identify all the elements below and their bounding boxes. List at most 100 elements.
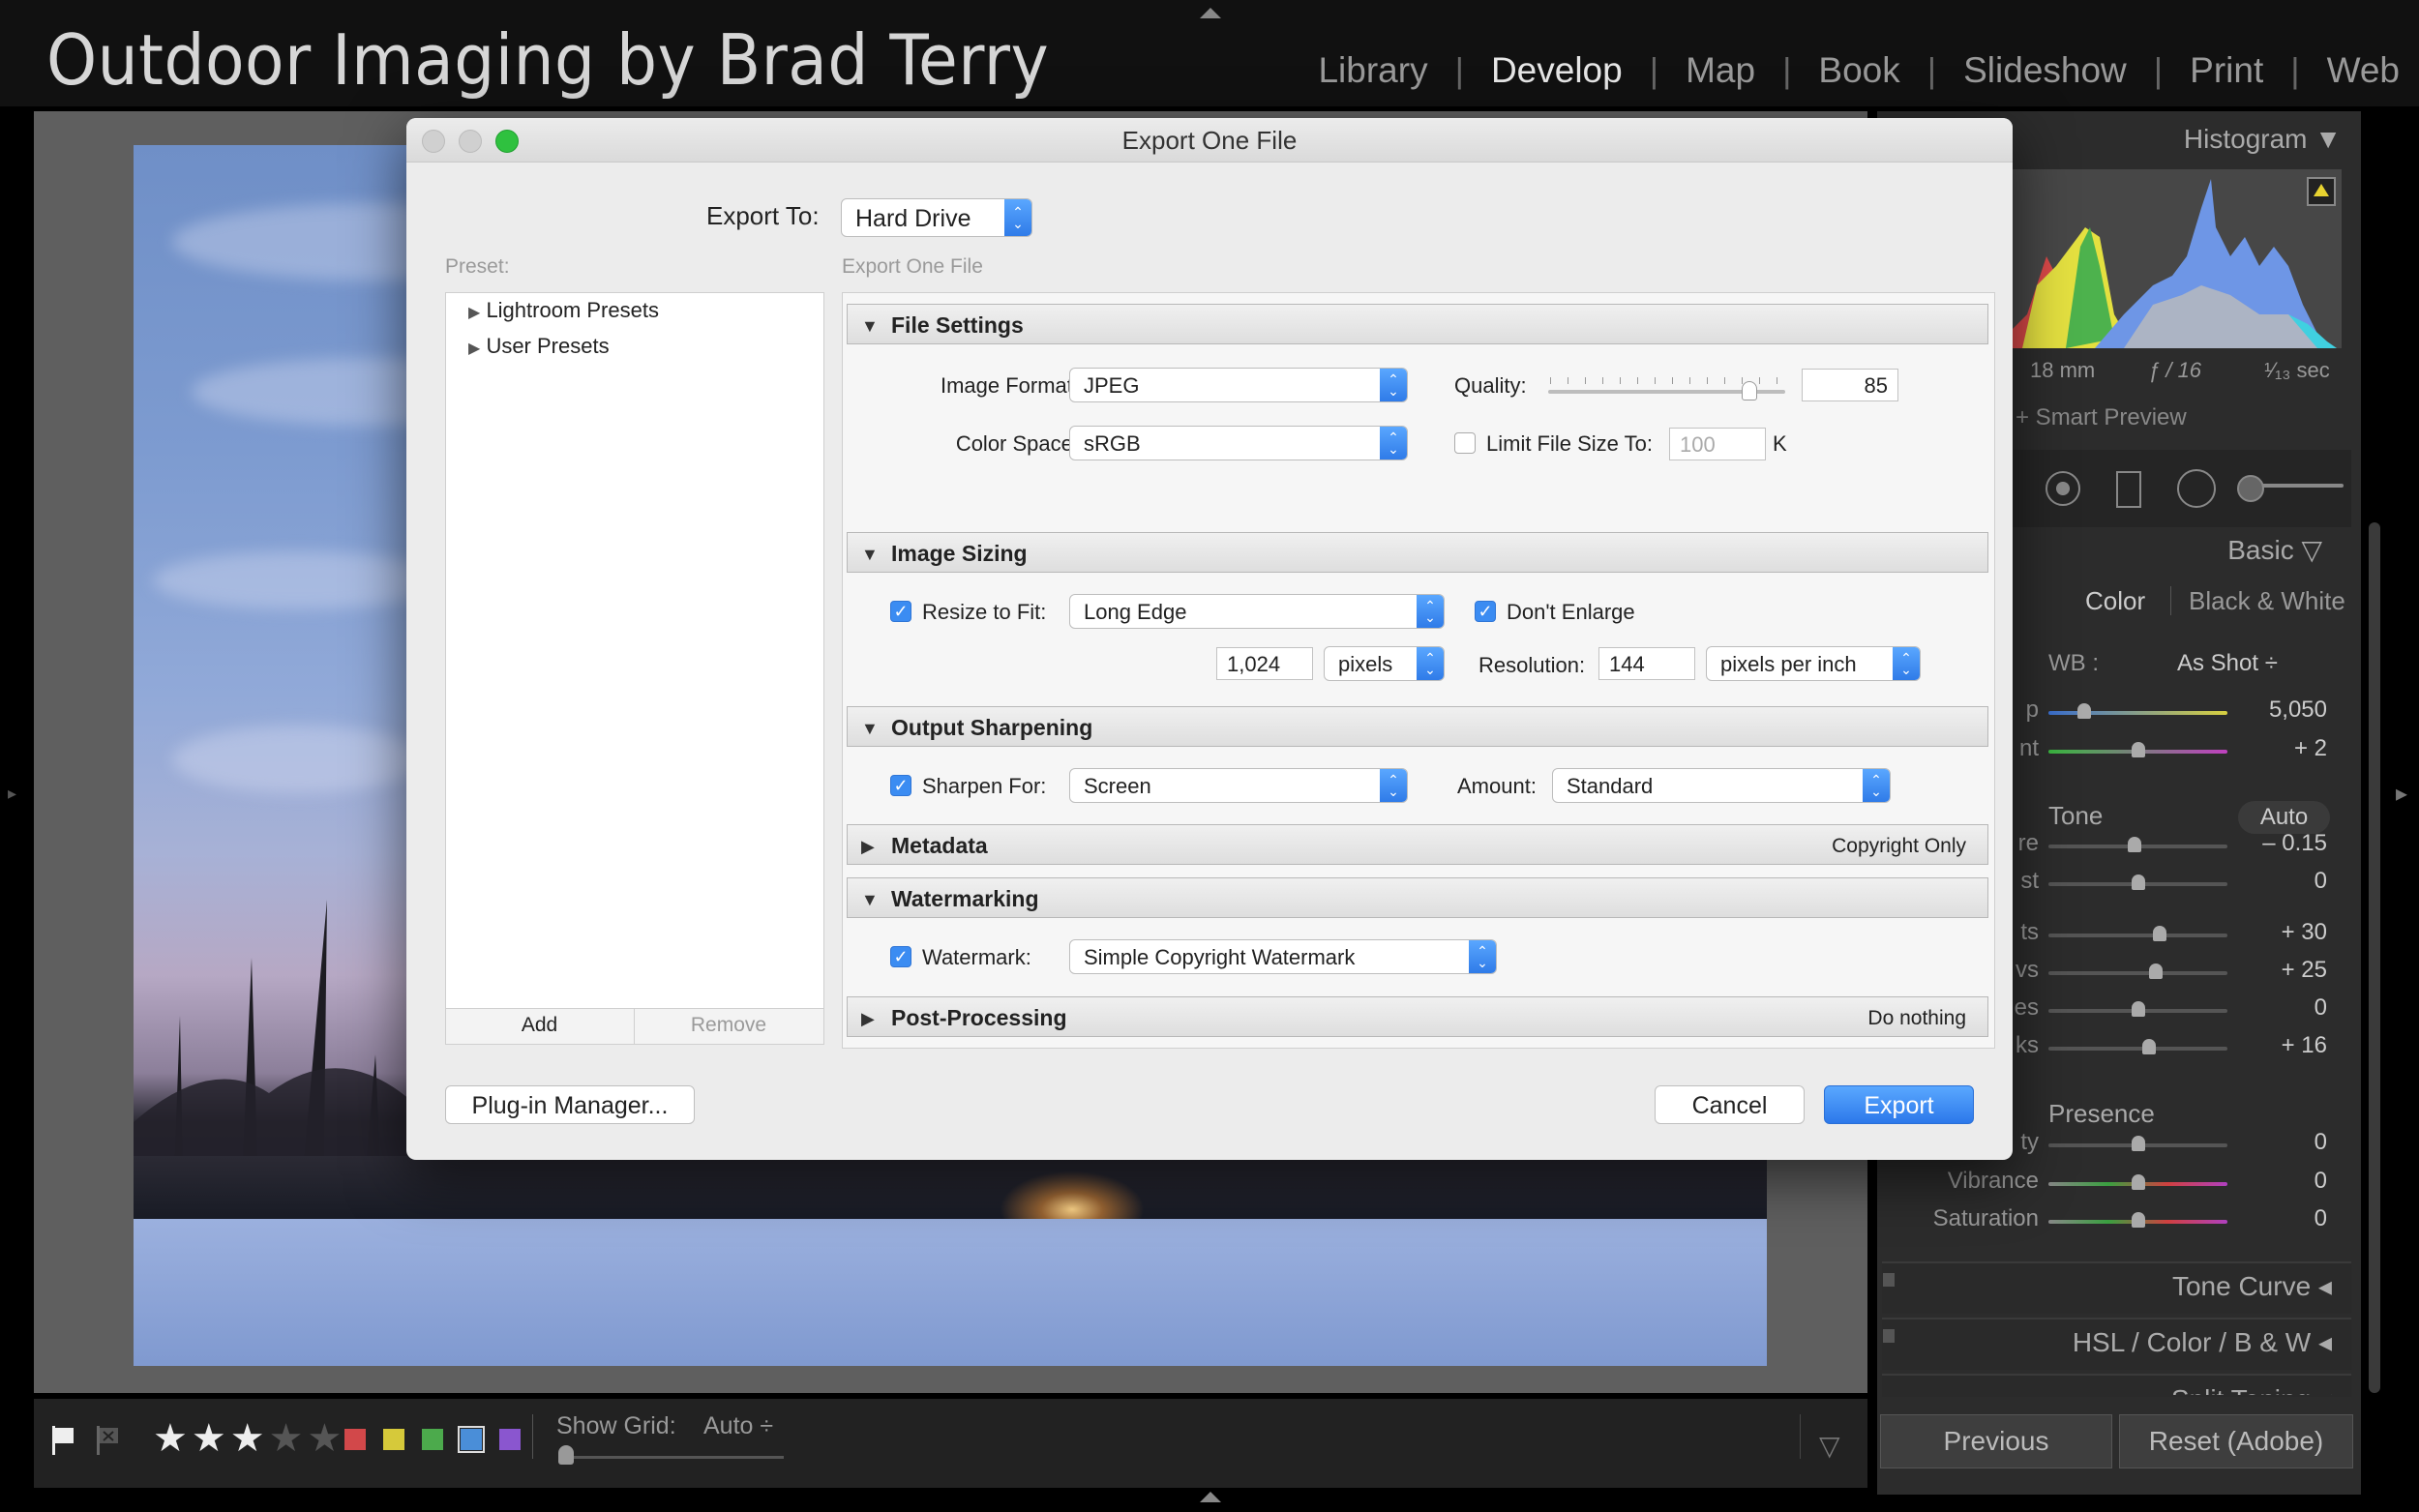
preset-folder-user[interactable]: ▶ User Presets xyxy=(468,334,610,359)
module-library[interactable]: Library xyxy=(1291,50,1454,91)
resize-to-fit-select[interactable]: Long Edge ⌃ ⌄ xyxy=(1069,594,1445,629)
saturation-value[interactable]: 0 xyxy=(2314,1205,2327,1232)
temp-slider[interactable] xyxy=(2048,711,2227,715)
top-panel-toggle-icon[interactable] xyxy=(1200,8,1221,18)
clarity-value[interactable]: 0 xyxy=(2314,1129,2327,1156)
highlights-slider[interactable] xyxy=(2048,934,2227,937)
size-unit-select[interactable]: pixels ⌃ ⌄ xyxy=(1324,646,1445,681)
star-filled-icon[interactable]: ★ xyxy=(153,1417,192,1460)
star-filled-icon[interactable]: ★ xyxy=(230,1417,269,1460)
export-to-select[interactable]: Hard Drive ⌃ ⌄ xyxy=(841,198,1032,237)
post-processing-header[interactable]: ▶ Post-Processing Do nothing xyxy=(847,996,1988,1037)
blacks-slider-thumb[interactable] xyxy=(2141,1039,2156,1054)
toolbar-content-chevron-icon[interactable]: ▽ xyxy=(1819,1430,1840,1462)
exposure-value[interactable]: – 0.15 xyxy=(2262,830,2327,857)
module-web[interactable]: Web xyxy=(2300,50,2400,91)
graduated-filter-icon[interactable] xyxy=(2116,471,2141,508)
color-label-swatch[interactable] xyxy=(458,1426,485,1453)
export-button[interactable]: Export xyxy=(1824,1085,1974,1124)
sharpen-for-select[interactable]: Screen ⌃ ⌄ xyxy=(1069,768,1408,803)
reset-button[interactable]: Reset (Adobe) xyxy=(2119,1414,2353,1468)
contrast-slider-thumb[interactable] xyxy=(2131,875,2145,890)
highlight-clipping-warning-icon[interactable] xyxy=(2307,177,2336,206)
module-book[interactable]: Book xyxy=(1791,50,1926,91)
hsl-header[interactable]: HSL / Color / B & W ◂ xyxy=(2073,1326,2332,1358)
star-filled-icon[interactable]: ★ xyxy=(192,1417,230,1460)
split-toning-header[interactable]: Split Toning ◂ xyxy=(2171,1381,2332,1395)
star-empty-icon[interactable]: ★ xyxy=(269,1417,308,1460)
cancel-button[interactable]: Cancel xyxy=(1655,1085,1805,1124)
spot-removal-icon[interactable] xyxy=(2046,471,2080,506)
auto-tone-button[interactable]: Auto xyxy=(2238,801,2330,834)
long-edge-size-input[interactable]: 1,024 xyxy=(1216,647,1313,680)
grid-opacity-slider[interactable] xyxy=(561,1456,784,1459)
histogram-panel-header[interactable]: Histogram ▼ xyxy=(2184,124,2342,155)
amount-select[interactable]: Standard ⌃ ⌄ xyxy=(1552,768,1891,803)
module-print[interactable]: Print xyxy=(2163,50,2290,91)
color-label-swatch[interactable] xyxy=(343,1428,367,1451)
basic-panel-header[interactable]: Basic ▽ xyxy=(2227,534,2322,566)
vibrance-value[interactable]: 0 xyxy=(2314,1168,2327,1195)
blacks-slider[interactable] xyxy=(2048,1047,2227,1051)
color-label-swatch[interactable] xyxy=(498,1428,522,1451)
color-label-swatch[interactable] xyxy=(421,1428,444,1451)
quality-input[interactable]: 85 xyxy=(1802,369,1898,401)
smart-preview-status[interactable]: + Smart Preview xyxy=(2016,404,2187,431)
tint-slider-thumb[interactable] xyxy=(2131,742,2145,757)
right-panel-scrollbar[interactable] xyxy=(2369,522,2380,1393)
color-space-select[interactable]: sRGB ⌃ ⌄ xyxy=(1069,426,1408,460)
highlights-value[interactable]: + 30 xyxy=(2282,919,2327,946)
watermark-select[interactable]: Simple Copyright Watermark ⌃ ⌄ xyxy=(1069,939,1497,974)
module-map[interactable]: Map xyxy=(1658,50,1782,91)
limit-file-size-input[interactable]: 100 xyxy=(1669,428,1766,460)
preset-folder-lightroom[interactable]: ▶ Lightroom Presets xyxy=(468,298,659,323)
star-rating[interactable]: ★★★★★ xyxy=(153,1416,345,1461)
shadows-slider[interactable] xyxy=(2048,971,2227,975)
blacks-value[interactable]: + 16 xyxy=(2282,1032,2327,1059)
watermark-checkbox[interactable]: ✓ xyxy=(890,946,911,967)
image-format-select[interactable]: JPEG ⌃ ⌄ xyxy=(1069,368,1408,402)
quality-slider-thumb[interactable] xyxy=(1742,381,1758,400)
histogram[interactable] xyxy=(2008,169,2342,348)
flag-pick-icon[interactable] xyxy=(50,1424,75,1457)
flag-reject-icon[interactable] xyxy=(95,1424,120,1457)
treatment-color[interactable]: Color xyxy=(2085,586,2145,616)
previous-button[interactable]: Previous xyxy=(1880,1414,2112,1468)
panel-switch-icon[interactable] xyxy=(1883,1273,1895,1287)
temp-slider-thumb[interactable] xyxy=(2077,703,2091,719)
remove-preset-button[interactable]: Remove xyxy=(635,1014,822,1037)
tone-curve-header[interactable]: Tone Curve ◂ xyxy=(2172,1270,2332,1302)
whites-value[interactable]: 0 xyxy=(2314,994,2327,1022)
output-sharpening-header[interactable]: ▼ Output Sharpening xyxy=(847,706,1988,747)
temp-value[interactable]: 5,050 xyxy=(2269,697,2327,724)
clarity-slider-thumb[interactable] xyxy=(2131,1136,2145,1151)
resolution-input[interactable]: 144 xyxy=(1598,647,1695,680)
grid-opacity-slider-thumb[interactable] xyxy=(558,1445,574,1465)
file-settings-header[interactable]: ▼ File Settings xyxy=(847,304,1988,344)
resolution-unit-select[interactable]: pixels per inch ⌃ ⌄ xyxy=(1706,646,1921,681)
plugin-manager-button[interactable]: Plug-in Manager... xyxy=(445,1085,695,1124)
identity-plate[interactable]: Outdoor Imaging by Brad Terry xyxy=(46,19,1049,101)
module-develop[interactable]: Develop xyxy=(1464,50,1650,91)
filmstrip-toggle-icon[interactable] xyxy=(1200,1492,1221,1502)
highlights-slider-thumb[interactable] xyxy=(2152,926,2166,941)
image-sizing-header[interactable]: ▼ Image Sizing xyxy=(847,532,1988,573)
resize-to-fit-checkbox[interactable]: ✓ xyxy=(890,601,911,622)
shadows-value[interactable]: + 25 xyxy=(2282,957,2327,984)
sharpen-for-checkbox[interactable]: ✓ xyxy=(890,775,911,796)
dont-enlarge-checkbox[interactable]: ✓ xyxy=(1475,601,1496,622)
radial-filter-icon[interactable] xyxy=(2177,469,2216,508)
color-label-swatch[interactable] xyxy=(382,1428,405,1451)
adjustment-brush-head-icon[interactable] xyxy=(2237,475,2264,502)
metadata-header[interactable]: ▶ Metadata Copyright Only xyxy=(847,824,1988,865)
exposure-slider-thumb[interactable] xyxy=(2127,837,2141,852)
panel-switch-icon[interactable] xyxy=(1883,1329,1895,1343)
preset-list[interactable] xyxy=(445,292,824,1010)
add-preset-button[interactable]: Add xyxy=(445,1014,634,1037)
left-panel-toggle-icon[interactable]: ▸ xyxy=(8,784,16,804)
module-slideshow[interactable]: Slideshow xyxy=(1936,50,2154,91)
treatment-black-white[interactable]: Black & White xyxy=(2189,586,2345,616)
shadows-slider-thumb[interactable] xyxy=(2149,964,2163,979)
saturation-slider-thumb[interactable] xyxy=(2131,1212,2145,1228)
white-balance-select[interactable]: As Shot ÷ xyxy=(2177,650,2278,677)
